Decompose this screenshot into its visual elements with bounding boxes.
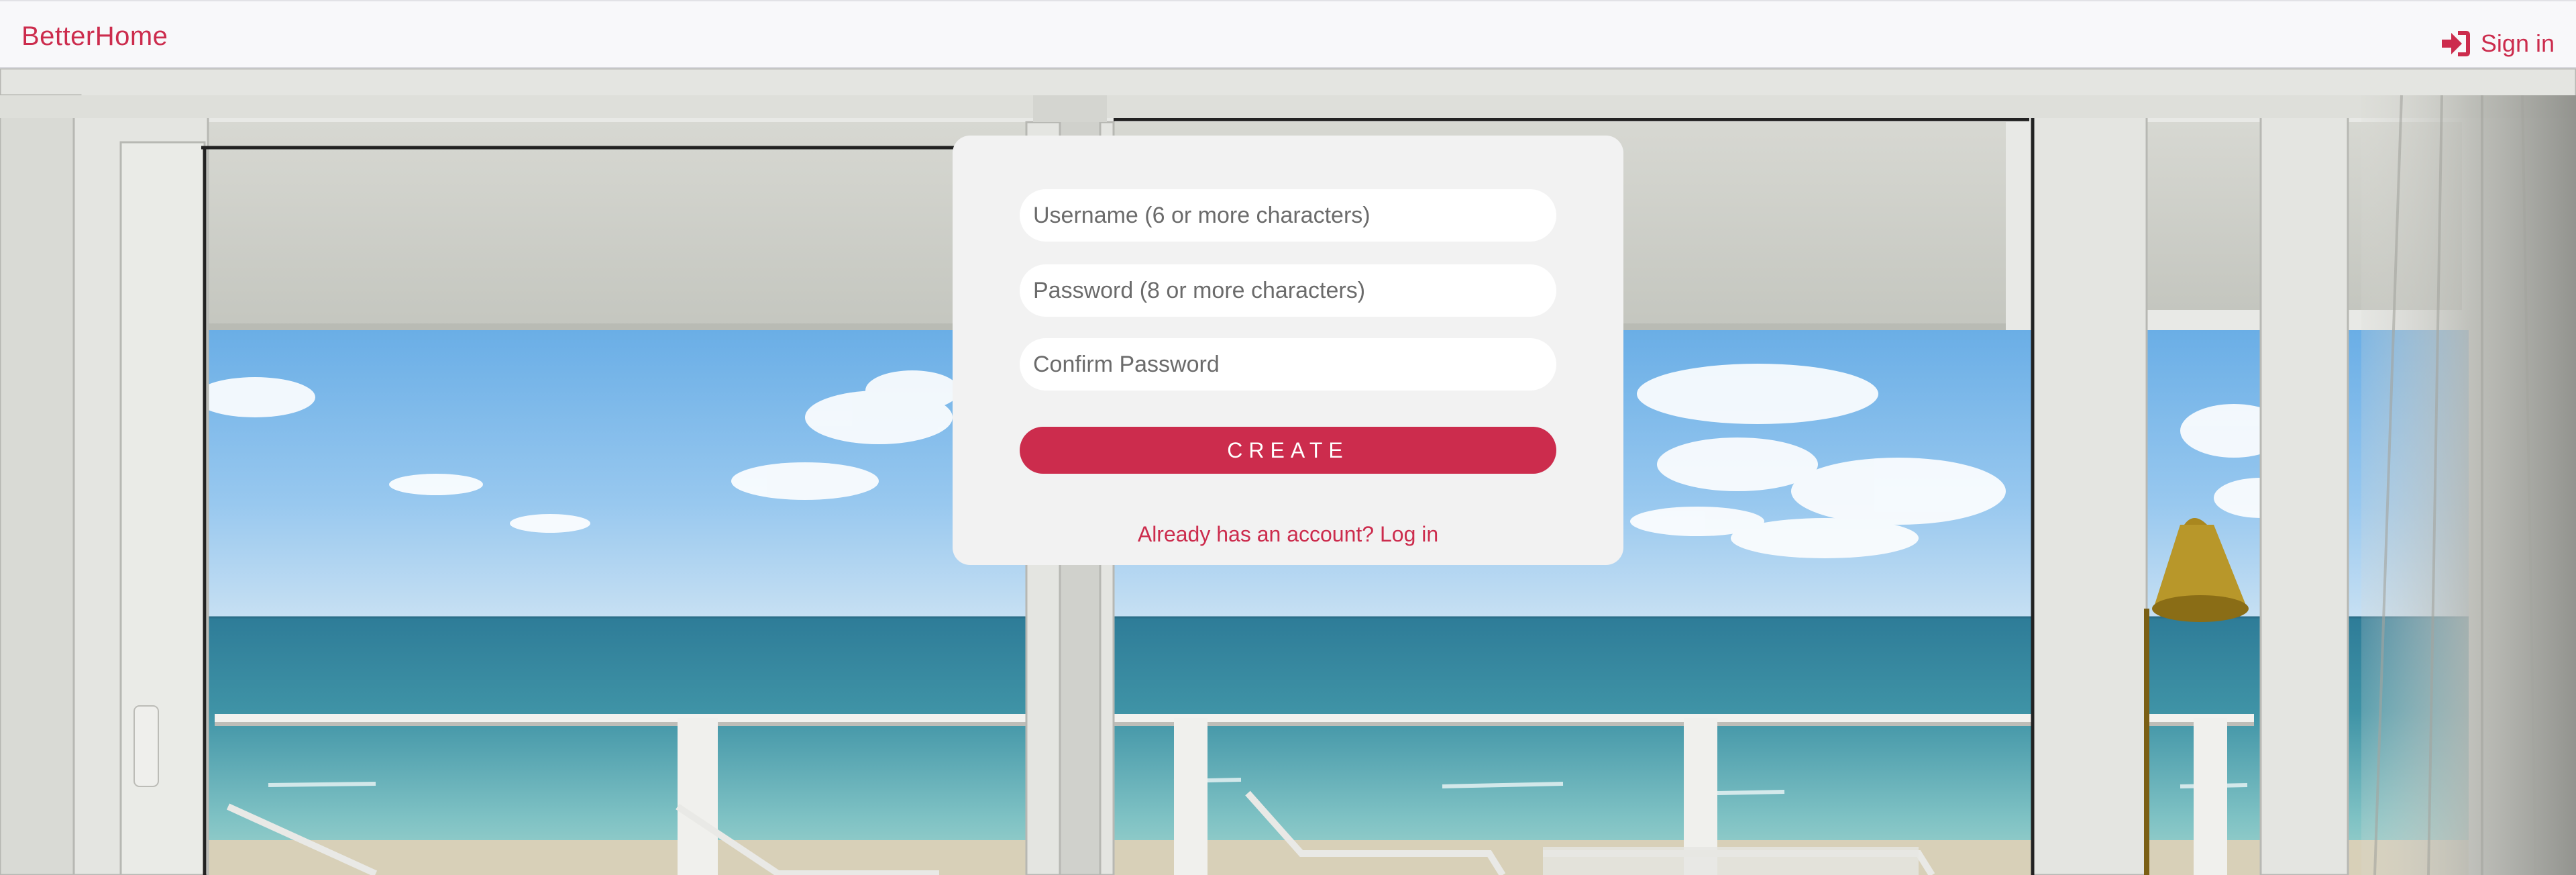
create-button[interactable]: CREATE	[1020, 427, 1556, 474]
sign-in-arrow-icon	[2441, 31, 2470, 56]
sign-in-label: Sign in	[2480, 30, 2555, 57]
top-navbar: BetterHome Sign in	[0, 0, 2576, 68]
signup-card: CREATE Already has an account? Log in	[953, 136, 1623, 565]
password-input[interactable]	[1020, 264, 1556, 317]
username-input[interactable]	[1020, 189, 1556, 242]
brand-logo[interactable]: BetterHome	[21, 21, 168, 52]
sign-in-link[interactable]: Sign in	[2439, 28, 2555, 59]
confirm-password-input[interactable]	[1020, 338, 1556, 391]
login-link[interactable]: Already has an account? Log in	[953, 522, 1623, 547]
